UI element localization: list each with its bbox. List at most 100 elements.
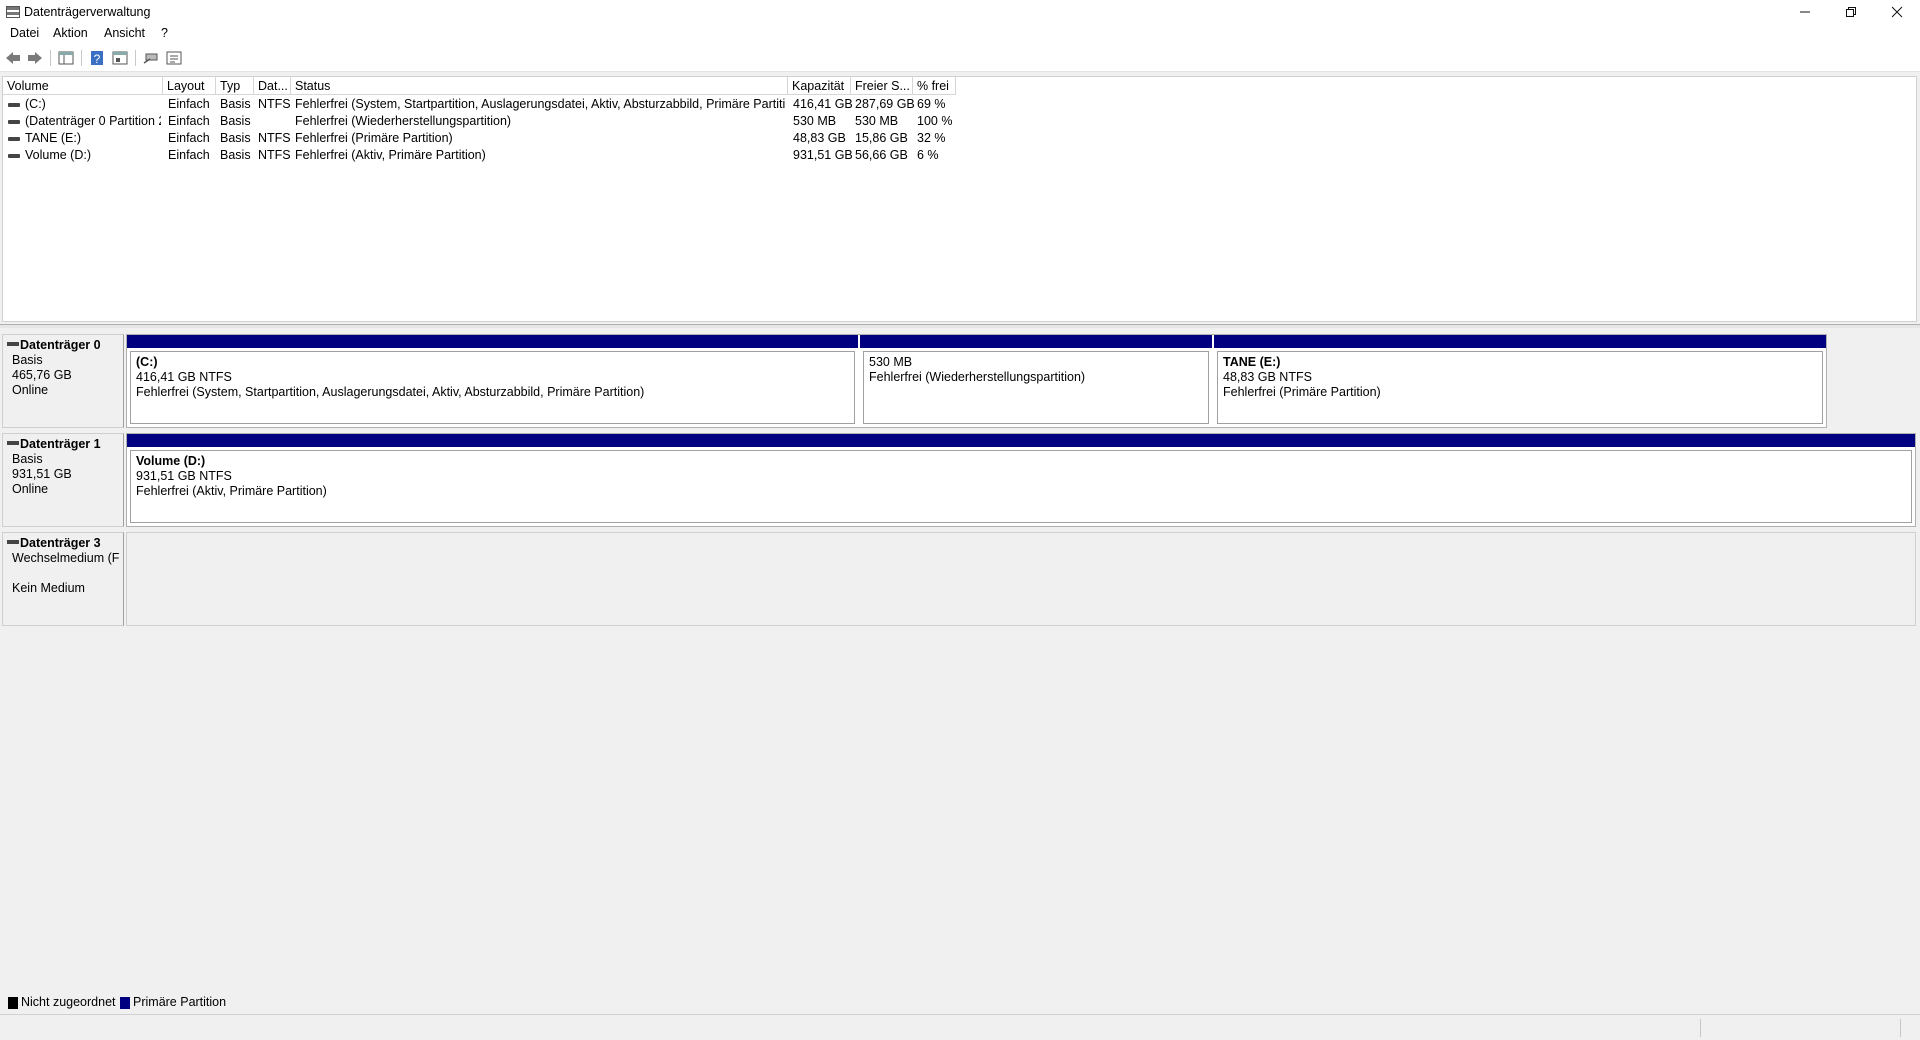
help-icon: ? [91,51,103,66]
partition-bar [1214,335,1826,348]
close-button[interactable] [1874,0,1920,24]
cell-typ: Basis [220,148,251,162]
legend-label: Primäre Partition [133,995,227,1009]
title-bar: Datenträgerverwaltung [0,0,1920,24]
minimize-icon [1800,11,1810,13]
disk-1-label[interactable]: Datenträger 1 Basis 931,51 GB Online [2,433,124,527]
minimize-button[interactable] [1782,0,1828,24]
back-arrow-icon [6,52,20,64]
partition-e[interactable]: TANE (E:) 48,83 GB NTFS Fehlerfrei (Prim… [1214,335,1826,427]
cell-volume: TANE (E:) [25,131,82,145]
properties-icon [112,51,128,65]
table-row[interactable]: Volume (D:) Einfach Basis NTFS Fehlerfre… [3,147,963,164]
menu-datei[interactable]: Datei [8,26,41,40]
disk-size: 465,76 GB [12,368,72,382]
status-separator [1700,1019,1701,1037]
volume-list: Volume Layout Typ Dat... Status Kapazitä… [2,76,1917,322]
cell-kapazitaet: 416,41 GB [793,97,853,111]
partition-status: Fehlerfrei (Aktiv, Primäre Partition) [136,484,327,498]
cell-freier-speicher: 15,86 GB [855,131,908,145]
disk-icon [7,441,19,445]
column-header-kapazitaet[interactable]: Kapazität [788,77,851,95]
volume-icon [8,103,20,107]
column-header-status[interactable]: Status [291,77,788,95]
partition-status: Fehlerfrei (Primäre Partition) [1223,385,1381,399]
disk-state: Online [12,383,49,397]
toolbar-separator [135,50,136,66]
partition-name: (C:) [136,355,158,369]
cell-typ: Basis [220,97,251,111]
disk-management-app-icon [6,6,20,18]
disk-icon [7,342,19,346]
legend-swatch [120,997,130,1009]
column-header-dateisystem[interactable]: Dat... [254,77,291,95]
legend-item-primary: Primäre Partition [120,995,226,1009]
column-header-freier-speicher[interactable]: Freier S... [851,77,913,95]
console-tree-icon [58,51,74,65]
volume-icon [8,120,20,124]
disk-name: Datenträger 1 [20,437,101,451]
disk-icon [7,540,19,544]
column-header-typ[interactable]: Typ [216,77,254,95]
partition-status: Fehlerfrei (Wiederherstellungspartition) [869,370,1086,384]
properties-button[interactable] [111,50,129,66]
legend-swatch [8,997,18,1009]
partition-size: 931,51 GB NTFS [136,469,232,483]
partition-recovery[interactable]: 530 MB Fehlerfrei (Wiederherstellungspar… [860,335,1212,427]
partition-c[interactable]: (C:) 416,41 GB NTFS Fehlerfrei (System, … [127,335,858,427]
cell-prozent-frei: 32 % [917,131,946,145]
cell-dateisystem: NTFS [258,131,291,145]
table-row[interactable]: (Datenträger 0 Partition 2) Einfach Basi… [3,113,963,130]
partition-name: TANE (E:) [1223,355,1281,369]
rescan-button[interactable] [142,50,160,66]
column-header-volume[interactable]: Volume [3,77,163,95]
svg-text:?: ? [94,52,101,66]
menu-ansicht[interactable]: Ansicht [102,26,147,40]
cell-prozent-frei: 69 % [917,97,946,111]
cell-kapazitaet: 530 MB [793,114,837,128]
settings-list-button[interactable] [165,50,183,66]
rescan-icon [143,53,158,64]
forward-button[interactable] [26,50,44,66]
toolbar: ? [0,44,1920,72]
table-row[interactable]: TANE (E:) Einfach Basis NTFS Fehlerfrei … [3,130,963,147]
disk-3-empty-area [126,532,1916,626]
cell-prozent-frei: 100 % [917,114,953,128]
restore-icon [1846,7,1856,17]
disk-3-label[interactable]: Datenträger 3 Wechselmedium (F: Kein Med… [2,532,124,626]
menu-aktion[interactable]: Aktion [51,26,90,40]
column-header-layout[interactable]: Layout [163,77,216,95]
back-button[interactable] [4,50,22,66]
disk-0-label[interactable]: Datenträger 0 Basis 465,76 GB Online [2,334,124,428]
legend-label: Nicht zugeordnet [21,995,116,1009]
table-row[interactable]: (C:) Einfach Basis NTFS Fehlerfrei (Syst… [3,96,963,113]
menu-bar: Datei Aktion Ansicht ? [0,24,1920,44]
cell-kapazitaet: 931,51 GB [793,148,853,162]
cell-status: Fehlerfrei (Wiederherstellungspartition) [295,114,512,128]
disk-type: Basis [12,353,43,367]
toolbar-separator [81,50,82,66]
partition-bar [127,335,858,348]
forward-arrow-icon [28,52,42,64]
help-button[interactable]: ? [88,50,106,66]
partition-size: 416,41 GB NTFS [136,370,232,384]
cell-kapazitaet: 48,83 GB [793,131,846,145]
cell-status: Fehlerfrei (Aktiv, Primäre Partition) [295,148,486,162]
partition-status: Fehlerfrei (System, Startpartition, Ausl… [136,385,645,399]
toolbar-separator [50,50,51,66]
restore-button[interactable] [1828,0,1874,24]
partition-name: Volume (D:) [136,454,206,468]
column-header-prozent-frei[interactable]: % frei [913,77,956,95]
legend-item-unallocated: Nicht zugeordnet [8,995,116,1009]
disk-name: Datenträger 3 [20,536,101,550]
console-tree-button[interactable] [57,50,75,66]
volume-icon [8,137,20,141]
cell-volume: (C:) [25,97,46,111]
settings-list-icon [166,51,182,65]
partition-bar [127,434,1915,447]
close-icon [1891,6,1903,18]
menu-help[interactable]: ? [159,26,170,40]
cell-volume: Volume (D:) [25,148,91,162]
status-separator [1900,1019,1901,1037]
partition-d[interactable]: Volume (D:) 931,51 GB NTFS Fehlerfrei (A… [127,434,1915,526]
